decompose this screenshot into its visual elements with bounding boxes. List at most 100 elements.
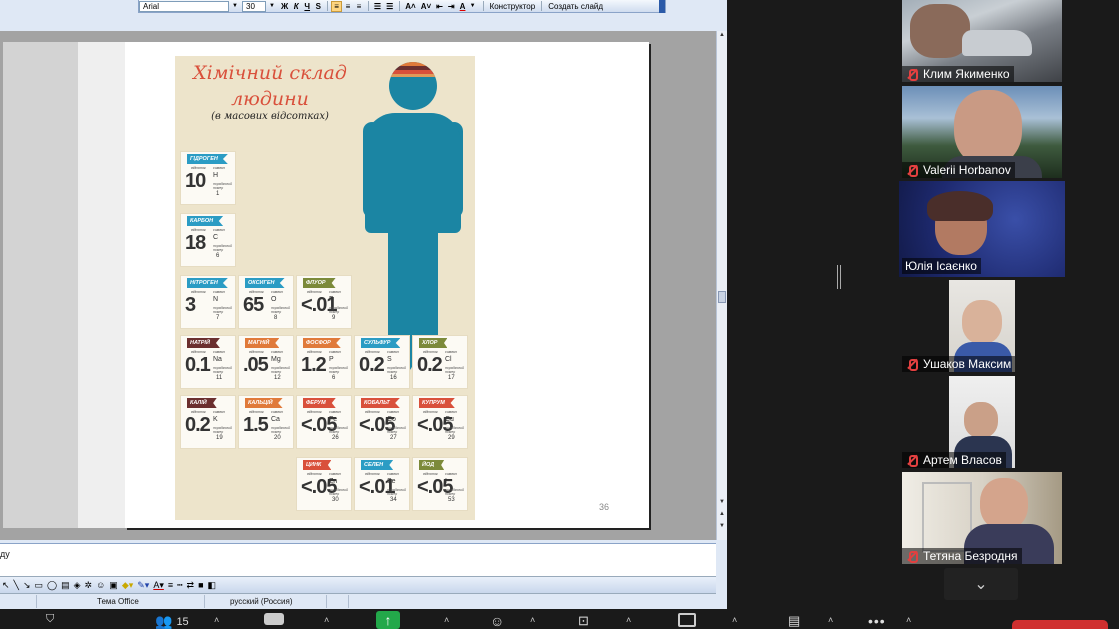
poster-title: Хімічний склад людини: [193, 62, 347, 110]
element-number: 16: [390, 375, 397, 381]
participants-button[interactable]: 👥 15: [155, 613, 189, 629]
3d-style-icon[interactable]: ◧: [208, 580, 217, 591]
picture-icon[interactable]: ▣: [109, 580, 118, 591]
arrow-style-icon[interactable]: ⇄: [187, 580, 195, 591]
participant-tile-active-speaker[interactable]: Юлія Ісаєнко: [899, 181, 1065, 277]
bold-button[interactable]: Ж: [279, 1, 290, 12]
element-percent: 0.2: [185, 414, 211, 436]
status-divider: [36, 595, 37, 608]
number-label: порядковий номер: [213, 426, 232, 434]
element-number: 34: [390, 497, 397, 503]
slide-number: 36: [598, 502, 609, 512]
select-arrow-icon[interactable]: ↖: [2, 580, 10, 591]
element-number: 19: [216, 435, 223, 441]
notes-icon: ▤: [788, 613, 801, 628]
line-style-icon[interactable]: ≡: [168, 580, 173, 590]
oval-icon[interactable]: ◯: [47, 580, 57, 591]
align-right-icon[interactable]: ≡: [354, 1, 364, 12]
element-number: 29: [448, 435, 455, 441]
line-icon[interactable]: ╲: [14, 580, 19, 591]
slides-pane[interactable]: [3, 42, 78, 528]
new-slide-button[interactable]: Создать слайд: [545, 1, 606, 12]
dash-style-icon[interactable]: ┅: [177, 580, 182, 591]
diagram-icon[interactable]: ✲: [85, 580, 93, 591]
font-color-dropdown-arrow[interactable]: ▼: [469, 1, 477, 12]
number-label: порядковий номер: [387, 426, 406, 434]
increase-font-icon[interactable]: A˄: [403, 1, 417, 12]
italic-button[interactable]: К: [291, 1, 301, 12]
gallery-scroll-down-button[interactable]: ⌄: [944, 568, 1018, 600]
status-divider: [348, 595, 349, 608]
participant-tile[interactable]: Артем Власов: [902, 376, 1062, 468]
figure-torso: [365, 113, 461, 233]
font-size-box[interactable]: 30: [242, 0, 266, 12]
number-label: порядковий номер: [445, 366, 464, 374]
participant-tile[interactable]: Ушаков Максим: [902, 280, 1062, 372]
wordart-icon[interactable]: ◈: [74, 580, 81, 591]
fill-color-icon[interactable]: ◆▾: [122, 580, 133, 591]
whiteboard-caret-icon[interactable]: ˄: [732, 615, 737, 625]
toolbar-options-icon[interactable]: [659, 0, 665, 13]
current-slide[interactable]: Хімічний склад людини (в масових відсотк…: [125, 42, 649, 528]
decrease-indent-icon[interactable]: ⇤: [434, 1, 445, 12]
share-caret-icon[interactable]: ˄: [444, 615, 449, 625]
end-meeting-button[interactable]: [1012, 620, 1108, 629]
next-slide-icon[interactable]: ▼: [717, 523, 727, 529]
chat-button[interactable]: [264, 613, 284, 625]
resize-handle[interactable]: [837, 265, 841, 289]
decrease-font-icon[interactable]: A˅: [419, 1, 433, 12]
font-color-icon[interactable]: A: [458, 1, 468, 12]
participants-caret-icon[interactable]: ˄: [214, 615, 219, 625]
reactions-button[interactable]: ☺: [490, 613, 504, 629]
constructor-button[interactable]: Конструктор: [487, 1, 539, 12]
reactions-caret-icon[interactable]: ˄: [530, 615, 535, 625]
numbered-list-icon[interactable]: ☰: [372, 1, 383, 12]
whiteboard-button[interactable]: [678, 613, 696, 627]
mic-muted-icon: [905, 68, 919, 81]
element-symbol: I: [445, 478, 447, 485]
element-symbol: Cl: [445, 356, 452, 363]
bullet-list-icon[interactable]: ☰: [384, 1, 395, 12]
clipart-icon[interactable]: ☺: [96, 580, 105, 590]
more-button[interactable]: •••: [868, 613, 886, 629]
participant-tile[interactable]: Клим Якименко: [902, 0, 1062, 82]
number-label: порядковий номер: [271, 366, 290, 374]
notes-button[interactable]: ▤: [788, 613, 800, 629]
apps-caret-icon[interactable]: ˄: [626, 615, 631, 625]
participant-tile[interactable]: Valerii Horbanov: [902, 86, 1062, 178]
font-name-box[interactable]: Arial: [139, 0, 229, 12]
notes-pane[interactable]: ду: [0, 543, 716, 576]
security-button[interactable]: ⛉: [46, 613, 54, 626]
underline-button[interactable]: Ч: [302, 1, 312, 12]
textbox-icon[interactable]: ▤: [61, 580, 70, 591]
prev-slide-icon[interactable]: ▲: [717, 511, 727, 517]
more-caret-icon[interactable]: ˄: [906, 615, 911, 625]
element-symbol: Zn: [329, 478, 338, 485]
align-left-icon[interactable]: ≡: [331, 0, 342, 12]
apps-button[interactable]: ⊡: [578, 613, 589, 629]
chat-caret-icon[interactable]: ˄: [324, 615, 329, 625]
line-color-icon[interactable]: ✎▾: [137, 580, 149, 591]
rectangle-icon[interactable]: ▭: [35, 580, 44, 591]
size-dropdown-arrow[interactable]: ▼: [268, 1, 276, 12]
share-screen-button[interactable]: ↑: [376, 611, 400, 629]
drawing-toolbar: ↖ ╲ ↘ ▭ ◯ ▤ ◈ ✲ ☺ ▣ ◆▾ ✎▾ A▾ ≡ ┅ ⇄ ■ ◧: [0, 576, 716, 593]
notes-caret-icon[interactable]: ˄: [828, 615, 833, 625]
shadow-button[interactable]: S: [313, 1, 323, 12]
element-percent: 18: [185, 232, 206, 254]
increase-indent-icon[interactable]: ⇥: [446, 1, 457, 12]
shadow-style-icon[interactable]: ■: [198, 580, 203, 590]
scroll-down-icon[interactable]: ▼: [717, 499, 727, 505]
vertical-scrollbar[interactable]: ▲ ▼ ▲ ▼: [716, 31, 727, 540]
font-dropdown-arrow[interactable]: ▼: [231, 1, 239, 12]
element-name: НАТРІЙ: [187, 338, 220, 348]
element-name: ФЕРУМ: [303, 398, 336, 408]
element-card: КУПРУМ відсоток символ <.05 Cu порядковий ном…: [413, 396, 467, 448]
scroll-thumb[interactable]: [718, 291, 726, 303]
scroll-up-icon[interactable]: ▲: [717, 32, 727, 38]
font-color-draw-icon[interactable]: A▾: [153, 580, 164, 591]
arrow-icon[interactable]: ↘: [23, 580, 31, 591]
align-center-icon[interactable]: ≡: [343, 1, 353, 12]
element-card: НІТРОГЕН відсоток символ 3 Nпорядковий номер…: [181, 276, 235, 328]
participant-tile[interactable]: Тетяна Безродня: [902, 472, 1062, 564]
